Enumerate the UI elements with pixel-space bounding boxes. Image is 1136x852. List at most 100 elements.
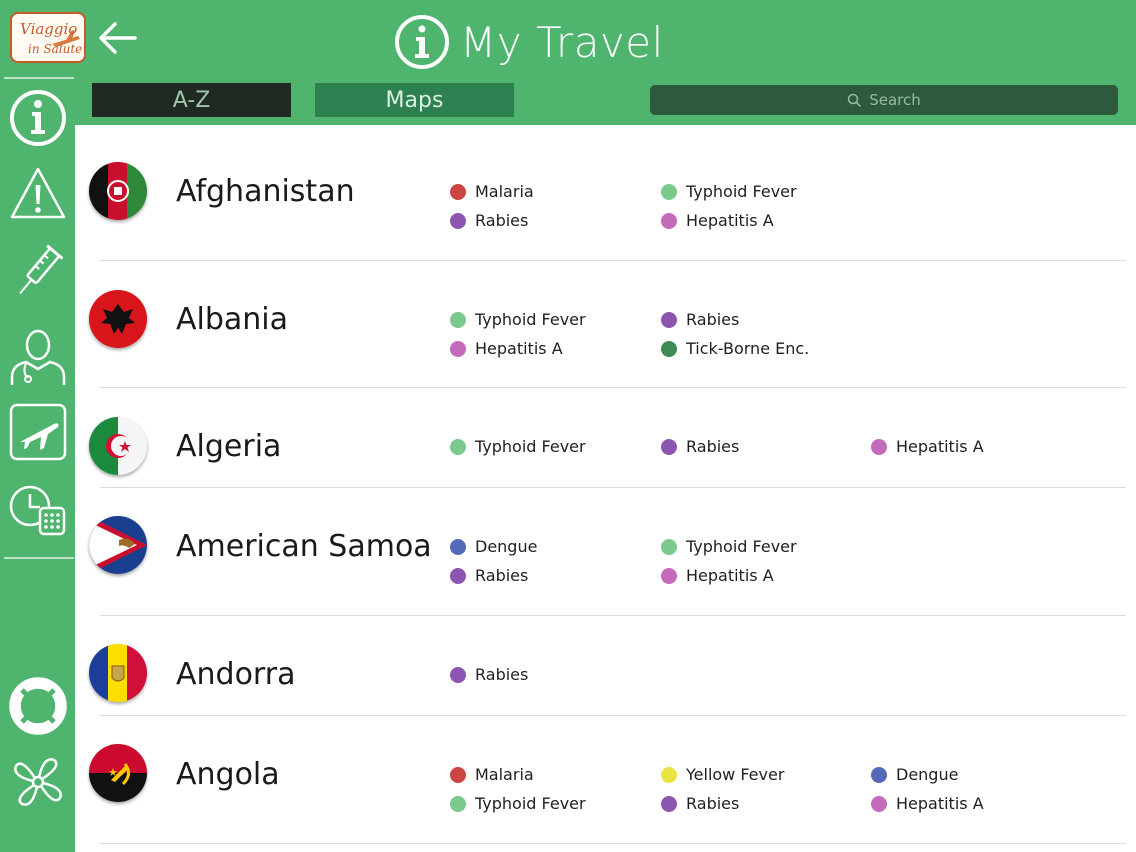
rabies-dot [450,212,466,229]
disease-label: Hepatitis A [475,339,563,358]
app-logo[interactable]: Viaggio in Salute [10,12,86,63]
flag-albania [89,290,147,348]
disease-label: Malaria [475,765,534,784]
disease-label: Rabies [475,566,529,585]
doctor-icon[interactable] [8,325,68,385]
hepatitis-a-dot [871,438,887,455]
lifebuoy-icon[interactable] [8,676,68,736]
disease-label: Typhoid Fever [475,310,586,329]
disease-label: Rabies [475,665,529,684]
hepatitis-a-dot [871,795,887,812]
disease-hepatitis-a: Hepatitis A [871,794,984,813]
disease-label: Hepatitis A [686,566,774,585]
typhoid-fever-dot [661,183,677,200]
disease-label: Rabies [686,437,740,456]
disease-typhoid-fever: Typhoid Fever [450,310,586,329]
disease-rabies: Rabies [450,211,528,230]
rabies-dot [661,438,677,455]
info-icon [395,15,449,69]
disease-label: Typhoid Fever [475,794,586,813]
logo-text-line2: in Salute [28,42,82,56]
tab-a-z[interactable]: A-Z [92,83,291,117]
search-icon [847,93,861,107]
disease-label: Typhoid Fever [686,182,797,201]
country-name: Afghanistan [176,174,355,209]
disease-label: Dengue [475,537,538,556]
typhoid-fever-dot [450,311,466,328]
sidebar-separator [4,557,74,559]
disease-rabies: Rabies [450,665,528,684]
country-name: Angola [176,757,280,792]
flag-american-samoa [89,516,147,574]
dengue-dot [450,538,466,555]
disease-hepatitis-a: Hepatitis A [450,339,563,358]
country-row-angola[interactable]: Angola Malaria Yellow Fever Dengue Typho… [75,716,1136,844]
flag-afghanistan [89,162,147,220]
country-row-american-samoa[interactable]: American Samoa Dengue Typhoid Fever Rabi… [75,488,1136,616]
dengue-dot [871,766,887,783]
flag-andorra [89,644,147,702]
page-title-text: My Travel [460,17,664,67]
warning-icon[interactable] [8,163,68,223]
typhoid-fever-dot [450,795,466,812]
disease-label: Hepatitis A [686,211,774,230]
disease-malaria: Malaria [450,182,534,201]
disease-typhoid-fever: Typhoid Fever [661,537,797,556]
country-name: Albania [176,302,289,337]
airplane-icon[interactable] [8,402,68,462]
malaria-dot [450,766,466,783]
disease-label: Rabies [686,310,740,329]
country-list: Afghanistan Malaria Typhoid Fever Rabies… [75,125,1136,852]
disease-tick-borne-enc: Tick-Borne Enc. [661,339,809,358]
flag-angola [89,744,147,802]
disease-label: Rabies [475,211,529,230]
syringe-icon[interactable] [8,242,68,302]
hepatitis-a-dot [661,212,677,229]
disease-malaria: Malaria [450,765,534,784]
hepatitis-a-dot [661,567,677,584]
search-placeholder: Search [869,91,921,109]
country-name: Andorra [176,657,296,692]
flag-algeria [89,417,147,475]
typhoid-fever-dot [450,438,466,455]
disease-typhoid-fever: Typhoid Fever [450,437,586,456]
disease-dengue: Dengue [871,765,958,784]
disease-label: Tick-Borne Enc. [686,339,810,358]
disease-label: Dengue [896,765,959,784]
disease-hepatitis-a: Hepatitis A [661,211,774,230]
tab-maps[interactable]: Maps [315,83,514,117]
disease-typhoid-fever: Typhoid Fever [661,182,797,201]
country-row-albania[interactable]: Albania Typhoid Fever Rabies Hepatitis A… [75,261,1136,388]
propeller-icon[interactable] [8,752,68,812]
rabies-dot [450,666,466,683]
search-input[interactable]: Search [650,85,1118,115]
back-arrow-icon[interactable] [97,18,141,58]
disease-hepatitis-a: Hepatitis A [661,566,774,585]
country-row-afghanistan[interactable]: Afghanistan Malaria Typhoid Fever Rabies… [75,125,1136,261]
disease-label: Typhoid Fever [686,537,797,556]
disease-hepatitis-a: Hepatitis A [871,437,984,456]
disease-typhoid-fever: Typhoid Fever [450,794,586,813]
info-icon[interactable] [8,88,68,148]
country-row-algeria[interactable]: Algeria Typhoid Fever Rabies Hepatitis A [75,388,1136,488]
disease-rabies: Rabies [661,437,739,456]
country-row-andorra[interactable]: Andorra Rabies [75,616,1136,716]
country-name: American Samoa [176,529,432,564]
malaria-dot [450,183,466,200]
disease-rabies: Rabies [661,794,739,813]
rabies-dot [450,567,466,584]
rabies-dot [661,311,677,328]
yellow-fever-dot [661,766,677,783]
clock-calendar-icon[interactable] [8,482,68,542]
page-title: My Travel [394,12,664,72]
row-separator [100,843,1126,844]
disease-label: Malaria [475,182,534,201]
country-name: Algeria [176,429,282,464]
disease-rabies: Rabies [661,310,739,329]
sidebar-separator [4,77,74,79]
disease-rabies: Rabies [450,566,528,585]
rabies-dot [661,795,677,812]
disease-label: Hepatitis A [896,437,984,456]
hepatitis-a-dot [450,340,466,357]
disease-label: Rabies [686,794,740,813]
